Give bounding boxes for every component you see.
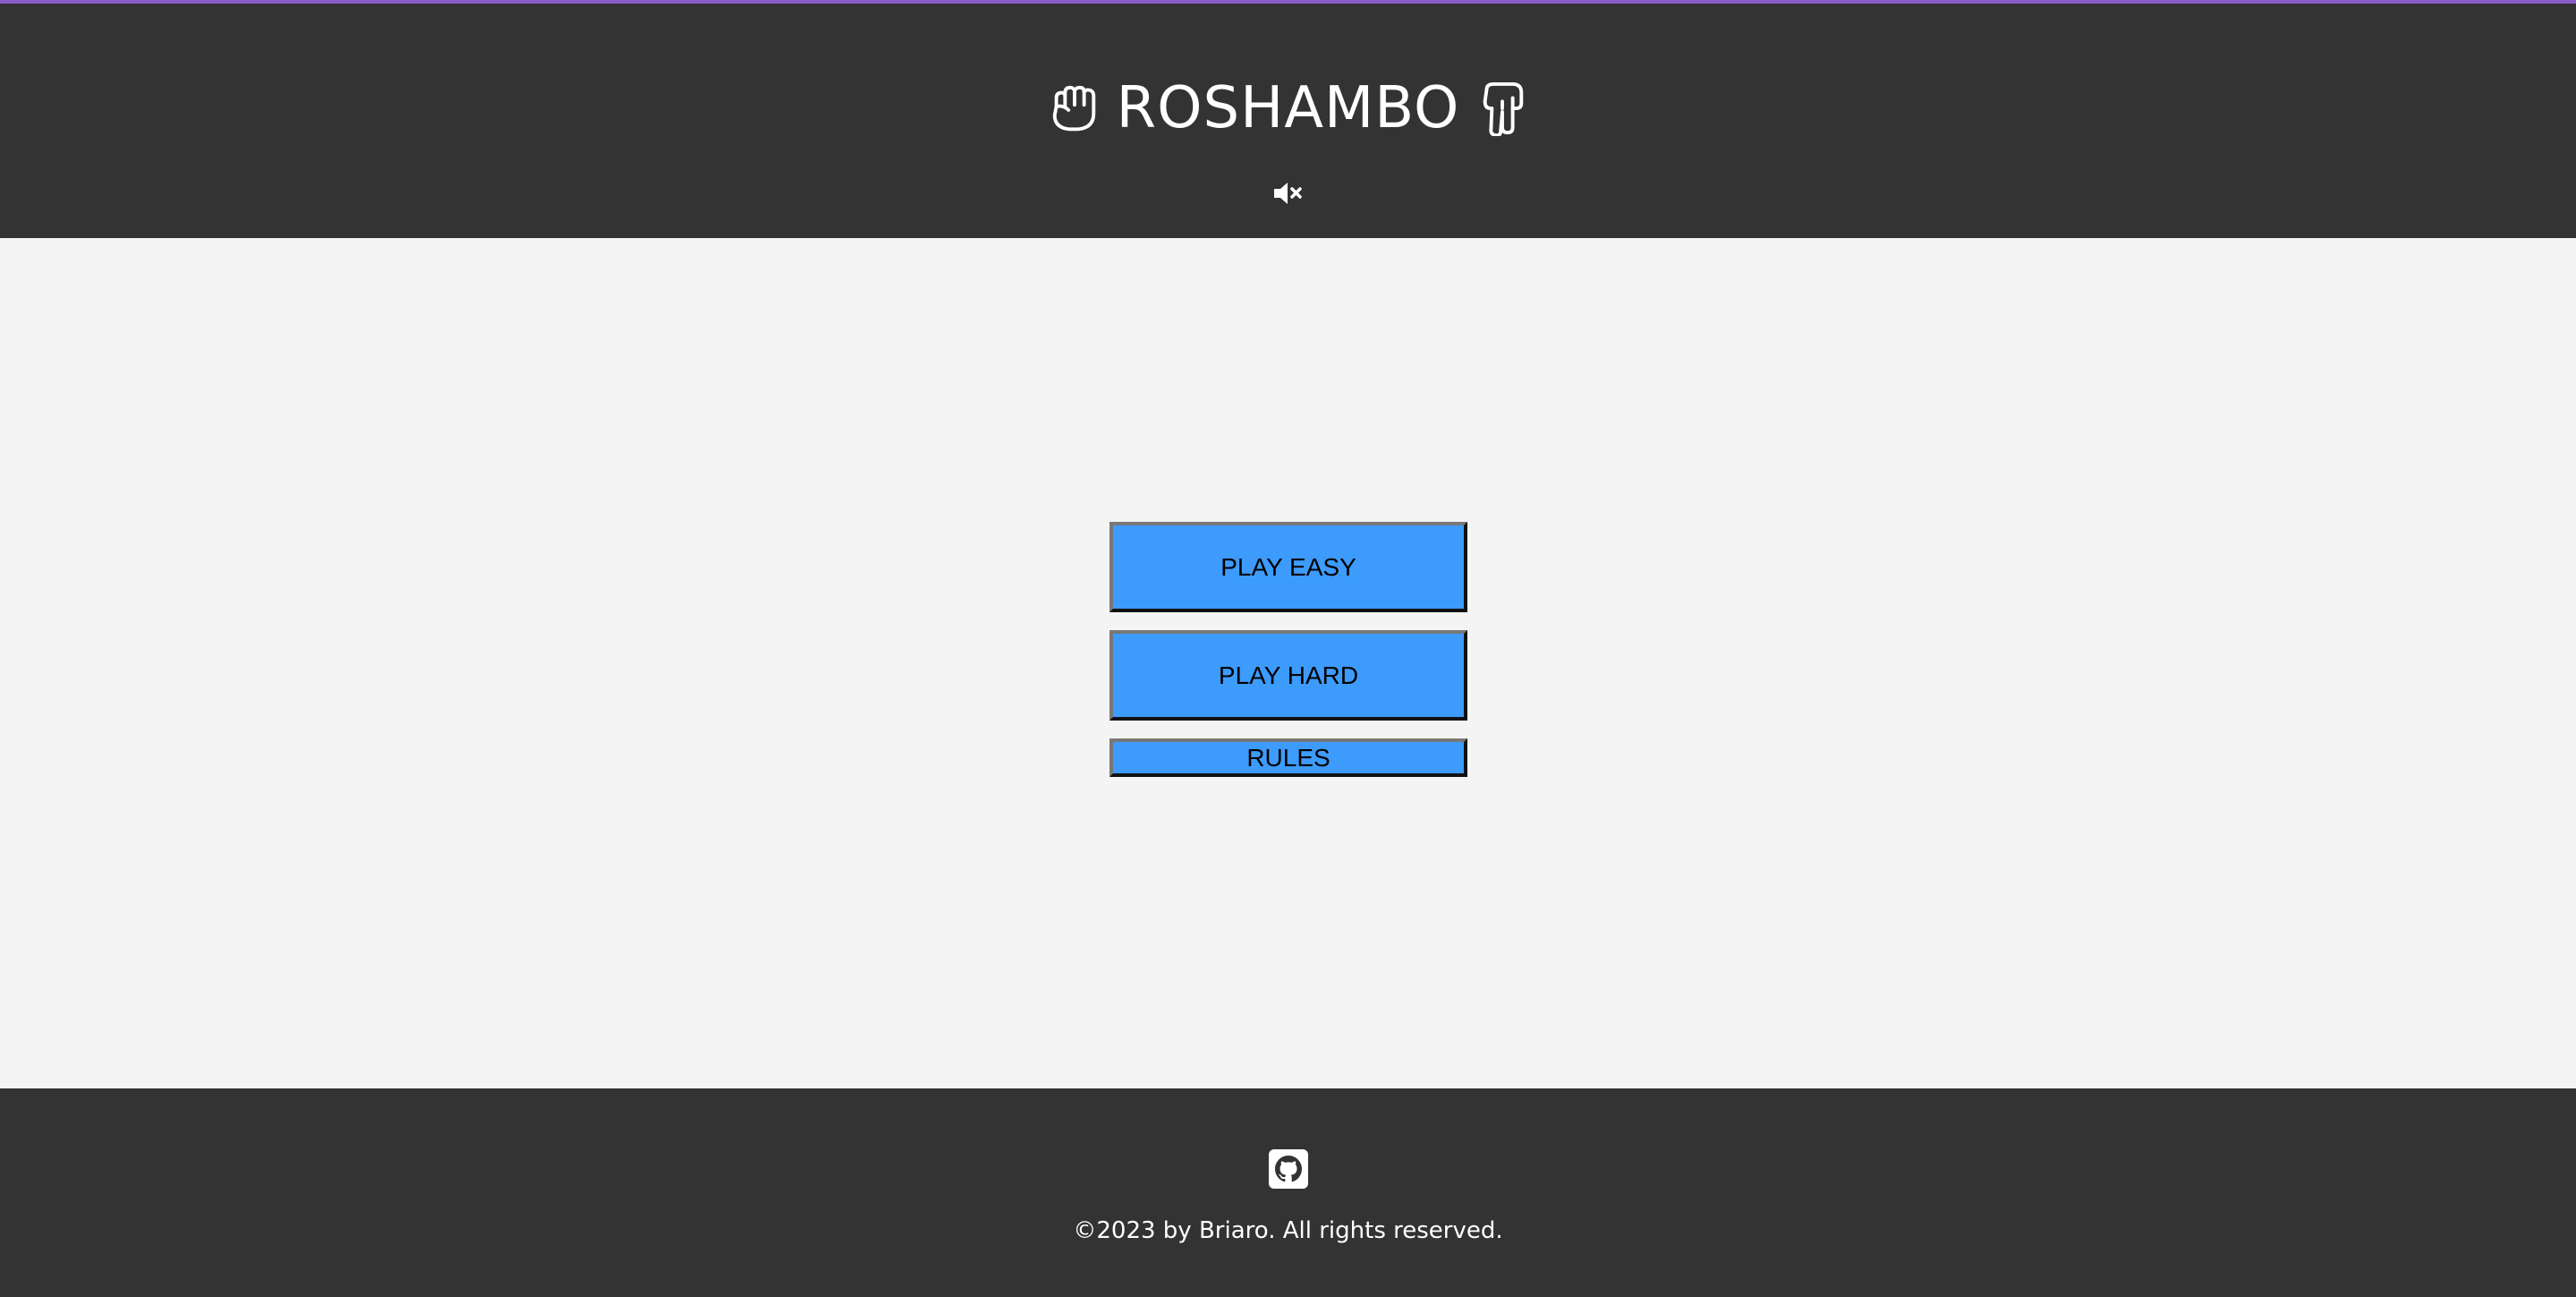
volume-mute-icon [1272,182,1303,209]
site-footer: ©2023 by Briaro. All rights reserved. [0,1088,2576,1297]
rock-hand-icon [1045,80,1102,137]
page-title: ROSHAMBO [1116,75,1460,141]
github-icon [1269,1149,1308,1192]
scissors-hand-icon [1474,80,1531,137]
site-header: ROSHAMBO [0,4,2576,238]
copyright-text: ©2023 by Briaro. All rights reserved. [1073,1217,1503,1244]
rules-button[interactable]: RULES [1109,738,1467,777]
github-link[interactable] [1269,1149,1308,1189]
mute-toggle[interactable] [1268,180,1307,210]
main-menu: PLAY EASY PLAY HARD RULES [0,238,2576,1088]
title-row: ROSHAMBO [0,68,2576,149]
play-easy-button[interactable]: PLAY EASY [1109,522,1467,612]
play-hard-button[interactable]: PLAY HARD [1109,630,1467,721]
